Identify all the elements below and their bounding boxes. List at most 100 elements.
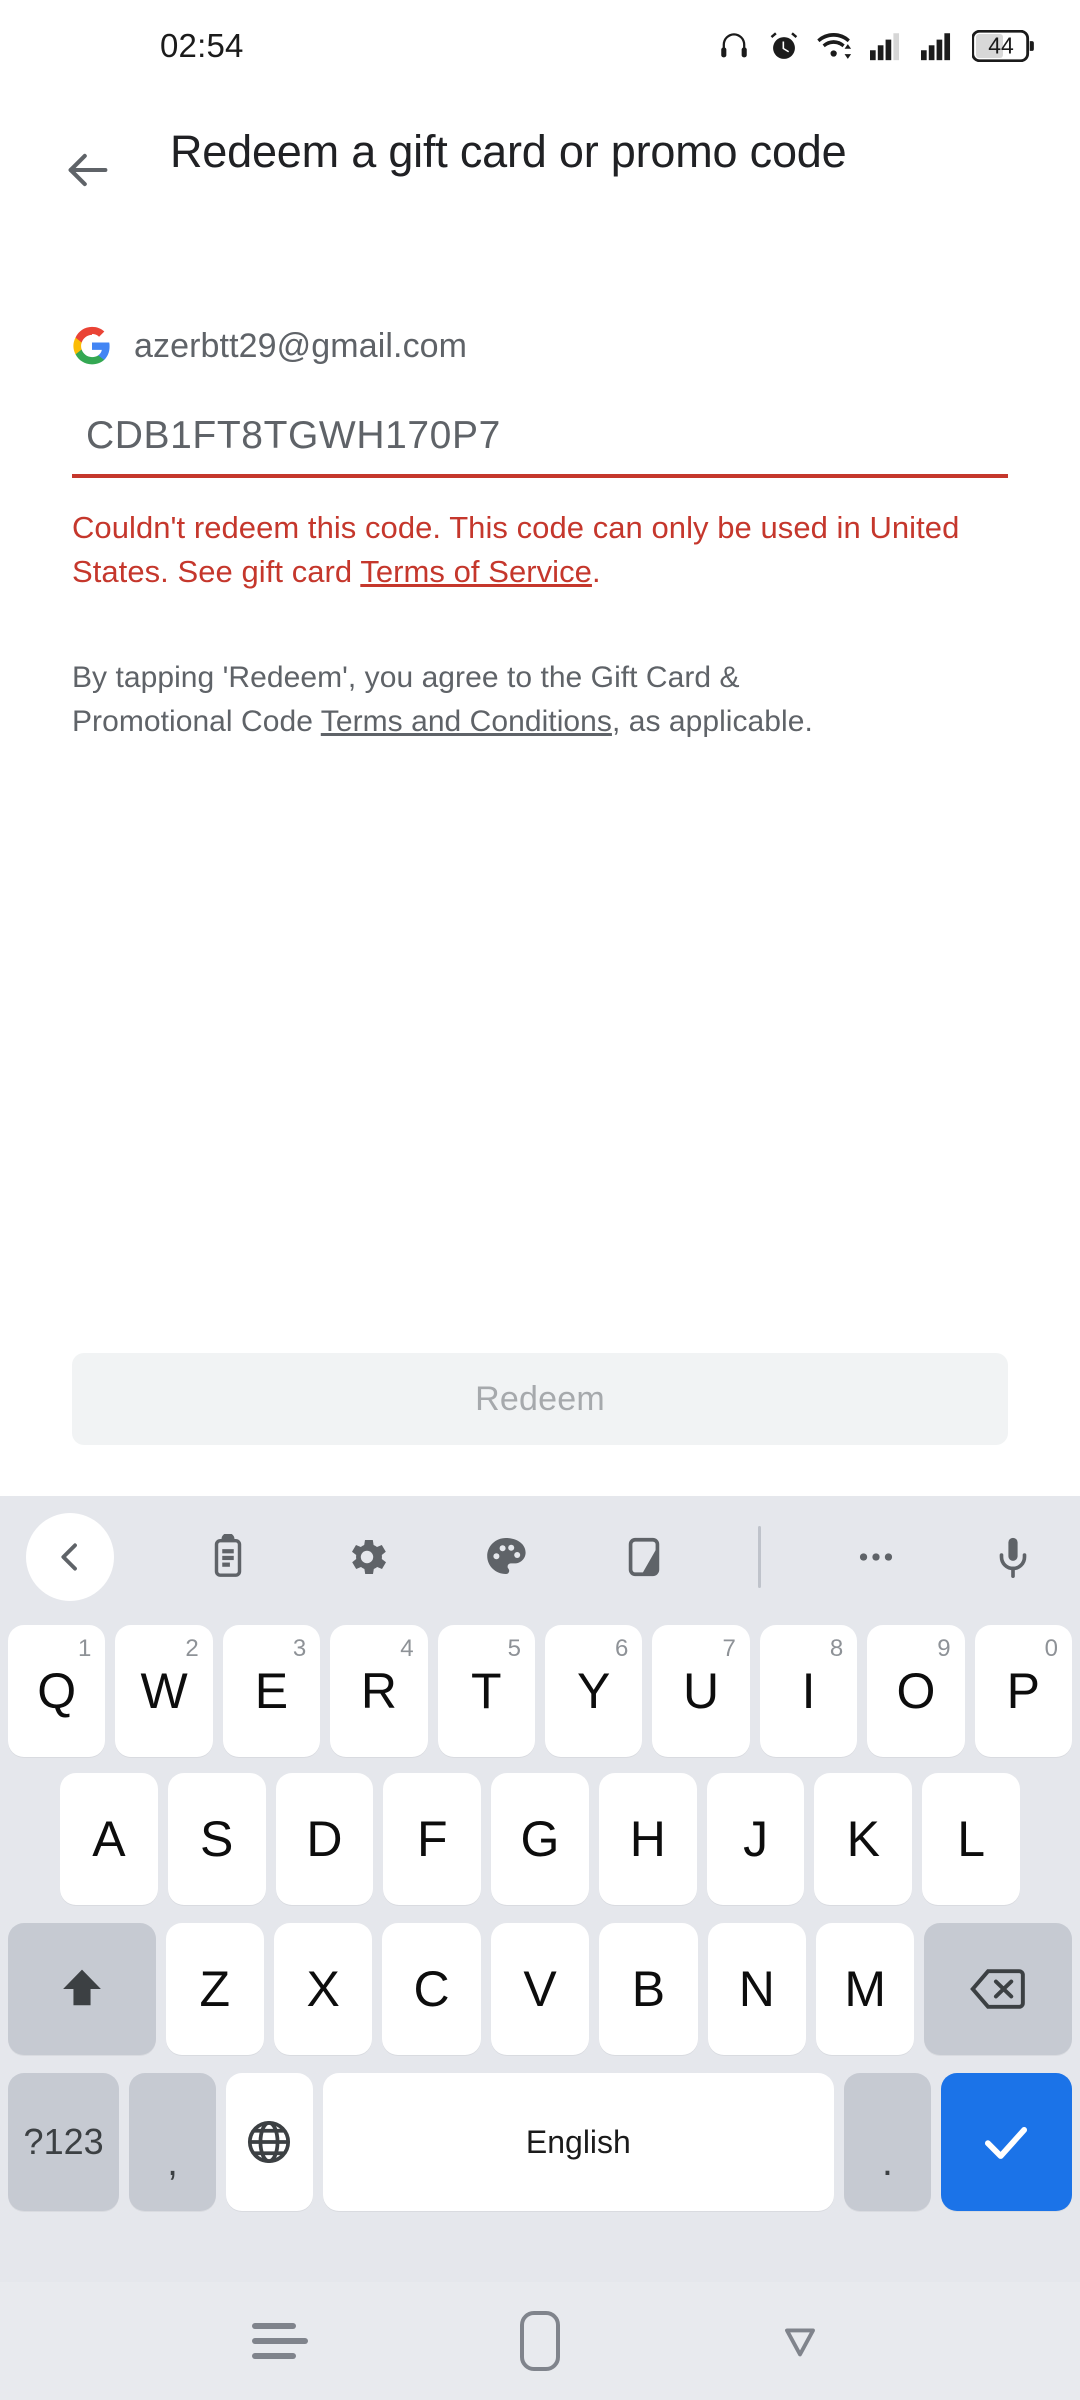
headphones-icon bbox=[717, 29, 751, 63]
key-label: O bbox=[896, 1663, 936, 1719]
keyboard-more-options-button[interactable] bbox=[853, 1534, 899, 1580]
promo-code-value: CDB1FT8TGWH170P7 bbox=[86, 414, 501, 457]
key-z[interactable]: Z bbox=[165, 1923, 264, 2055]
wifi-icon bbox=[817, 31, 853, 61]
keyboard-toolbar-divider bbox=[758, 1526, 762, 1588]
battery-percent: 44 bbox=[988, 32, 1014, 59]
keyboard-rows: 1Q 2W 3E 4R 5T 6Y 7U 8I 9O 0P A S D F G … bbox=[0, 1618, 1080, 2220]
checkmark-icon bbox=[985, 2127, 1028, 2159]
key-x[interactable]: X bbox=[273, 1923, 373, 2055]
key-sup: 8 bbox=[829, 1635, 844, 1662]
key-c[interactable]: C bbox=[382, 1923, 481, 2055]
key-b[interactable]: B bbox=[599, 1923, 698, 2055]
system-navigation-bar bbox=[0, 2282, 1080, 2400]
google-g-logo-icon bbox=[72, 326, 112, 366]
key-sup: 9 bbox=[937, 1635, 951, 1662]
keyboard-row-3: Z X C V B N M bbox=[7, 1914, 1073, 2064]
clipboard-icon bbox=[215, 1534, 242, 1577]
key-o[interactable]: 9O bbox=[867, 1625, 965, 1757]
symbols-key[interactable]: ?123 bbox=[8, 2073, 120, 2211]
redeem-button-container: Redeem bbox=[72, 1353, 1008, 1445]
back-button[interactable] bbox=[52, 134, 124, 206]
language-switch-key[interactable] bbox=[225, 2073, 313, 2211]
page-title: Redeem a gift card or promo code bbox=[170, 126, 847, 177]
key-label: R bbox=[360, 1663, 397, 1719]
account-row[interactable]: azerbtt29@gmail.com bbox=[72, 326, 1008, 366]
key-n[interactable]: N bbox=[707, 1923, 807, 2055]
error-message-suffix: . bbox=[591, 554, 601, 590]
key-sup: 1 bbox=[78, 1635, 92, 1662]
key-k[interactable]: K bbox=[814, 1773, 913, 1905]
keyboard-settings-button[interactable] bbox=[343, 1533, 391, 1581]
keyboard-collapse-toolbar-button[interactable] bbox=[26, 1513, 114, 1601]
terms-of-service-link[interactable]: Terms of Service bbox=[360, 554, 592, 589]
keyboard-theme-button[interactable] bbox=[482, 1533, 530, 1581]
arrow-left-icon bbox=[68, 153, 108, 187]
microphone-icon bbox=[999, 1537, 1027, 1578]
key-i[interactable]: 8I bbox=[759, 1625, 858, 1757]
keyboard-one-handed-mode-button[interactable] bbox=[621, 1534, 667, 1580]
key-sup: 7 bbox=[722, 1635, 736, 1662]
key-s[interactable]: S bbox=[167, 1773, 266, 1905]
nav-home-button[interactable] bbox=[480, 2282, 600, 2400]
key-label: Y bbox=[577, 1663, 611, 1719]
key-sup: 2 bbox=[185, 1635, 199, 1662]
key-j[interactable]: J bbox=[706, 1773, 805, 1905]
key-r[interactable]: 4R bbox=[330, 1625, 428, 1757]
key-p[interactable]: 0P bbox=[974, 1625, 1073, 1757]
legal-text-after: , as applicable. bbox=[611, 704, 813, 738]
keyboard-voice-input-button[interactable] bbox=[990, 1534, 1036, 1580]
comma-key[interactable]: , bbox=[129, 2073, 216, 2211]
signal-sim2-icon bbox=[921, 31, 955, 61]
legal-disclaimer: By tapping 'Redeem', you agree to the Gi… bbox=[72, 656, 902, 743]
key-v[interactable]: V bbox=[490, 1923, 590, 2055]
key-g[interactable]: G bbox=[491, 1773, 589, 1905]
key-f[interactable]: F bbox=[383, 1773, 482, 1905]
keyboard-row-1: 1Q 2W 3E 4R 5T 6Y 7U 8I 9O 0P bbox=[7, 1618, 1073, 1764]
app-bar: Redeem a gift card or promo code bbox=[0, 92, 1080, 206]
key-label: P bbox=[1006, 1663, 1040, 1719]
key-w[interactable]: 2W bbox=[115, 1625, 213, 1757]
keyboard-clipboard-button[interactable] bbox=[205, 1534, 251, 1580]
globe-icon bbox=[248, 2120, 291, 2164]
period-key[interactable]: . bbox=[844, 2073, 931, 2211]
account-email: azerbtt29@gmail.com bbox=[134, 326, 468, 365]
gear-icon bbox=[351, 1540, 386, 1574]
promo-code-input[interactable]: CDB1FT8TGWH170P7 bbox=[72, 414, 1008, 478]
key-sup: 4 bbox=[400, 1635, 414, 1662]
key-sup: 6 bbox=[615, 1635, 629, 1662]
key-d[interactable]: D bbox=[275, 1773, 374, 1905]
back-triangle-icon bbox=[785, 2328, 815, 2357]
key-label: I bbox=[801, 1663, 816, 1719]
backspace-key[interactable] bbox=[924, 1923, 1073, 2055]
key-h[interactable]: H bbox=[598, 1773, 697, 1905]
key-e[interactable]: 3E bbox=[222, 1625, 321, 1757]
key-label: Q bbox=[37, 1663, 77, 1719]
key-sup: 3 bbox=[292, 1635, 307, 1662]
key-t[interactable]: 5T bbox=[437, 1625, 535, 1757]
key-q[interactable]: 1Q bbox=[7, 1625, 106, 1757]
more-options-icon bbox=[859, 1553, 892, 1561]
status-bar-clock: 02:54 bbox=[160, 27, 244, 64]
keyboard-row-2: A S D F G H J K L bbox=[8, 1764, 1072, 1914]
recents-icon bbox=[252, 2314, 308, 2368]
terms-and-conditions-link[interactable]: Terms and Conditions bbox=[321, 705, 612, 738]
key-m[interactable]: M bbox=[816, 1923, 915, 2055]
key-a[interactable]: A bbox=[59, 1773, 158, 1905]
keyboard-toolbar bbox=[0, 1496, 1080, 1618]
palette-icon bbox=[487, 1538, 526, 1574]
nav-recents-button[interactable] bbox=[220, 2282, 340, 2400]
key-label: T bbox=[471, 1663, 502, 1719]
key-l[interactable]: L bbox=[922, 1773, 1021, 1905]
shift-key[interactable] bbox=[7, 1923, 156, 2055]
nav-back-button[interactable] bbox=[740, 2282, 860, 2400]
error-message: Couldn't redeem this code. This code can… bbox=[72, 506, 1002, 594]
redeem-button[interactable]: Redeem bbox=[72, 1353, 1008, 1445]
space-key[interactable]: English bbox=[322, 2073, 835, 2211]
enter-key[interactable] bbox=[940, 2073, 1072, 2211]
on-screen-keyboard: 1Q 2W 3E 4R 5T 6Y 7U 8I 9O 0P A S D F G … bbox=[0, 1496, 1080, 2282]
shift-arrow-icon bbox=[62, 1969, 101, 2006]
key-u[interactable]: 7U bbox=[652, 1625, 750, 1757]
key-y[interactable]: 6Y bbox=[545, 1625, 643, 1757]
key-label: W bbox=[140, 1663, 188, 1719]
